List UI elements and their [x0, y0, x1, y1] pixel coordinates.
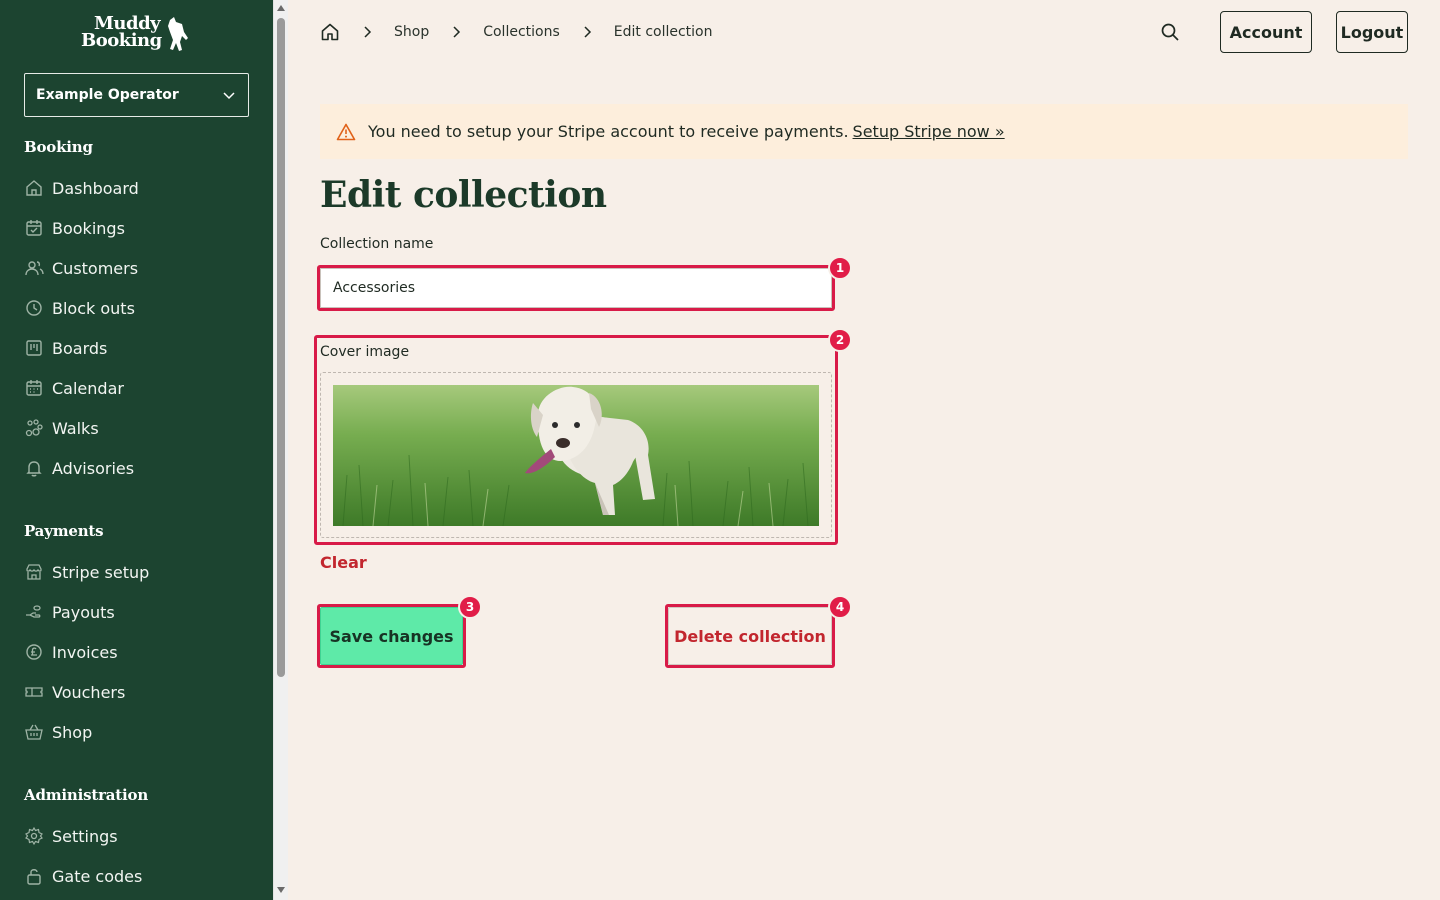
paw-icon	[25, 419, 43, 437]
warning-icon	[336, 123, 356, 140]
stripe-warning-alert: You need to setup your Stripe account to…	[320, 104, 1408, 159]
breadcrumb-current: Edit collection	[613, 24, 713, 40]
sidebar-item-calendar[interactable]: Calendar	[24, 376, 124, 400]
breadcrumb-shop[interactable]: Shop	[394, 24, 429, 40]
sidebar-item-label: Settings	[52, 826, 118, 846]
sidebar-item-boards[interactable]: Boards	[24, 336, 107, 360]
sidebar-item-label: Calendar	[52, 378, 124, 398]
page-title: Edit collection	[320, 174, 607, 216]
chevron-right-icon	[451, 26, 461, 38]
lock-icon	[27, 869, 41, 885]
sidebar-item-label: Gate codes	[52, 866, 143, 886]
search-icon[interactable]	[1160, 22, 1180, 42]
collection-name-label: Collection name	[320, 236, 434, 252]
brand-logo[interactable]: Muddy Booking	[78, 14, 198, 56]
alert-message: You need to setup your Stripe account to…	[368, 122, 849, 141]
sidebar-item-customers[interactable]: Customers	[24, 256, 138, 280]
pound-icon	[26, 644, 42, 660]
sidebar-item-label: Customers	[52, 258, 139, 278]
annotation-badge-1: 1	[828, 256, 852, 280]
sidebar-item-bookings[interactable]: Bookings	[24, 216, 125, 240]
annotation-badge-2: 2	[828, 328, 852, 352]
sidebar-item-dashboard[interactable]: Dashboard	[24, 176, 139, 200]
sidebar-item-payouts[interactable]: Payouts	[24, 600, 115, 624]
basket-icon	[25, 724, 43, 740]
sidebar-item-walks[interactable]: Walks	[24, 416, 99, 440]
cover-image-preview	[333, 385, 819, 526]
sidebar-item-label: Bookings	[52, 218, 125, 238]
save-changes-button[interactable]: Save changes	[320, 607, 463, 665]
home-icon	[321, 23, 339, 41]
gear-icon	[25, 826, 43, 846]
payout-icon	[26, 605, 41, 618]
ticket-icon	[25, 687, 43, 697]
users-icon	[25, 261, 44, 276]
sidebar-item-label: Block outs	[52, 298, 135, 318]
sidebar-item-stripe-setup[interactable]: Stripe setup	[24, 560, 149, 584]
breadcrumb-collections[interactable]: Collections	[483, 24, 560, 40]
sidebar-item-label: Vouchers	[52, 682, 126, 702]
section-title-booking: Booking	[24, 138, 93, 156]
chevron-right-icon	[582, 26, 592, 38]
calendar-check-icon	[26, 220, 42, 236]
setup-stripe-link[interactable]: Setup Stripe now »	[853, 122, 1005, 141]
scroll-thumb[interactable]	[277, 18, 285, 677]
collection-name-input[interactable]	[320, 268, 832, 308]
scroll-up-arrow[interactable]	[277, 5, 285, 11]
sidebar-item-label: Stripe setup	[52, 562, 150, 582]
section-title-administration: Administration	[24, 786, 149, 804]
delete-collection-button[interactable]: Delete collection	[668, 607, 832, 665]
store-icon	[26, 564, 42, 580]
clock-icon	[26, 300, 42, 316]
logout-button[interactable]: Logout	[1336, 11, 1408, 53]
account-button[interactable]: Account	[1220, 11, 1312, 53]
sidebar-item-label: Dashboard	[52, 178, 139, 198]
breadcrumb-home[interactable]	[320, 22, 340, 42]
bell-icon	[26, 461, 42, 477]
dog-icon	[168, 17, 188, 51]
home-icon	[26, 180, 42, 196]
sidebar-item-shop[interactable]: Shop	[24, 720, 92, 744]
operator-selected: Example Operator	[36, 87, 179, 103]
board-icon	[26, 340, 42, 356]
sidebar-item-label: Advisories	[52, 458, 135, 478]
operator-select[interactable]: Example Operator	[24, 73, 249, 117]
section-title-payments: Payments	[24, 522, 104, 540]
brand-line-2: Booking	[81, 30, 162, 51]
sidebar: Muddy Booking Example Operator Booking D…	[0, 0, 273, 900]
annotation-badge-4: 4	[828, 595, 852, 619]
sidebar-item-label: Walks	[52, 418, 99, 438]
sidebar-item-gate-codes[interactable]: Gate codes	[24, 864, 142, 888]
chevron-down-icon	[223, 92, 235, 100]
clear-image-button[interactable]: Clear	[320, 553, 367, 572]
annotation-badge-3: 3	[458, 595, 482, 619]
dog-photo	[333, 385, 819, 526]
sidebar-item-label: Payouts	[52, 602, 115, 622]
breadcrumb: Shop Collections Edit collection	[320, 20, 713, 44]
chevron-right-icon	[362, 26, 372, 38]
sidebar-item-invoices[interactable]: Invoices	[24, 640, 118, 664]
calendar-icon	[26, 380, 42, 396]
sidebar-item-vouchers[interactable]: Vouchers	[24, 680, 125, 704]
sidebar-scrollbar[interactable]	[273, 0, 288, 900]
sidebar-item-label: Shop	[52, 722, 93, 742]
sidebar-item-label: Boards	[52, 338, 108, 358]
sidebar-item-settings[interactable]: Settings	[24, 824, 118, 848]
scroll-down-arrow[interactable]	[277, 887, 285, 893]
cover-image-label: Cover image	[320, 344, 410, 360]
sidebar-item-block-outs[interactable]: Block outs	[24, 296, 135, 320]
sidebar-item-advisories[interactable]: Advisories	[24, 456, 134, 480]
sidebar-item-label: Invoices	[52, 642, 118, 662]
